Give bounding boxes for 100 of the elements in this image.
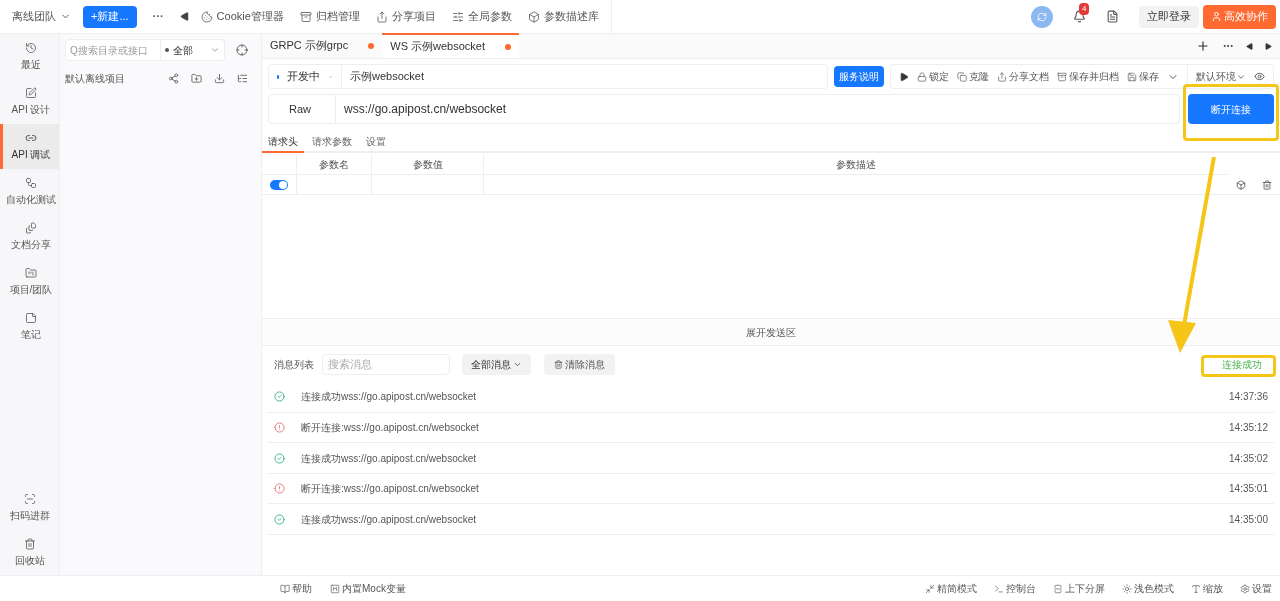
status-bar-button[interactable]: 上下分屏 (1053, 581, 1105, 596)
team-selector[interactable]: 离线团队 (12, 8, 71, 25)
message-time: 14:35:00 (1229, 512, 1268, 527)
sub-tab[interactable]: 设置 (360, 131, 392, 153)
locate-icon[interactable] (236, 44, 248, 56)
info-icon (274, 483, 285, 495)
sidebar-item[interactable]: API 设计 (0, 79, 59, 124)
search-field[interactable]: Q搜索目录或接口 (65, 39, 161, 61)
status-bar-button[interactable]: 缩放 (1191, 581, 1223, 596)
new-button[interactable]: +新建... (83, 5, 137, 28)
share-icon (375, 10, 388, 23)
sidebar-item[interactable]: 自动化测试 (0, 169, 59, 214)
tab-right-icon[interactable] (1265, 42, 1272, 50)
toolbar-button[interactable]: 全局参数 (451, 8, 512, 25)
copy-icon (957, 71, 967, 82)
notification-icon[interactable] (1073, 10, 1086, 23)
sun-icon (1122, 583, 1132, 594)
action-button[interactable]: 锁定 (917, 69, 949, 84)
lock-icon (917, 71, 927, 82)
sidebar-item[interactable]: 扫码进群 (0, 485, 59, 530)
scan-icon (23, 492, 36, 505)
tab-left-icon[interactable] (1246, 42, 1253, 50)
more-button[interactable]: ··· (152, 8, 164, 25)
sidebar-item[interactable]: 最近 (0, 34, 59, 79)
sub-tab[interactable]: 请求头 (262, 131, 304, 153)
cube-icon[interactable] (1236, 179, 1246, 190)
chevron-icon (210, 45, 220, 55)
url-field[interactable]: wss://go.apipost.cn/websocket (336, 94, 1180, 124)
action-button[interactable]: 保存 (1127, 69, 1159, 84)
status-bar-button[interactable]: 精简模式 (925, 581, 977, 596)
tree-icon[interactable] (237, 73, 248, 84)
info-icon (274, 421, 285, 433)
notification-badge: 4 (1079, 3, 1090, 15)
sliders-icon (451, 10, 464, 23)
service-button[interactable]: 服务说明 (834, 66, 884, 87)
play-icon[interactable] (899, 71, 909, 82)
message-text: 连接成功wss://go.apipost.cn/websocket (301, 512, 477, 527)
status-bar-button[interactable]: 内置Mock变量 (330, 581, 406, 596)
message-text: 连接成功wss://go.apipost.cn/websocket (301, 390, 477, 405)
toolbar-button[interactable]: 参数描述库 (527, 8, 599, 25)
share-icon[interactable] (168, 73, 179, 84)
expand-send-area[interactable]: 展开发送区 (262, 318, 1280, 347)
folder-icon (25, 266, 37, 279)
message-time: 14:37:36 (1229, 390, 1268, 405)
save-icon (1127, 71, 1137, 82)
message-time: 14:35:01 (1229, 482, 1268, 497)
action-button[interactable]: 克隆 (957, 69, 989, 84)
eye-icon[interactable] (1254, 71, 1265, 82)
action-button[interactable]: 分享文档 (997, 69, 1049, 84)
message-text: 连接成功wss://go.apipost.cn/websocket (301, 451, 477, 466)
sidebar-item[interactable]: API 调试 (0, 124, 59, 169)
folder-plus-icon[interactable] (191, 73, 202, 84)
message-filter-dropdown[interactable]: 全部消息 (462, 353, 531, 375)
terminal-icon (994, 583, 1004, 594)
environment-dropdown[interactable]: 默认环境 (1187, 65, 1246, 88)
toolbar-button[interactable]: 归档管理 (299, 8, 360, 25)
status-bar-button[interactable]: 帮助 (280, 581, 312, 596)
text-size-icon (1191, 583, 1201, 594)
sub-tab[interactable]: 请求参数 (306, 131, 358, 153)
clear-messages-button[interactable]: 清除消息 (544, 353, 615, 375)
format-dropdown[interactable]: Raw (268, 94, 336, 124)
share-icon (997, 71, 1007, 82)
add-tab-icon[interactable] (1196, 39, 1210, 53)
trash-icon[interactable] (1262, 179, 1272, 190)
trash-icon (554, 359, 563, 369)
status-bar-button[interactable]: 设置 (1240, 581, 1272, 596)
archive-icon (1057, 71, 1067, 82)
status-bar-button[interactable]: 控制台 (994, 581, 1036, 596)
collapse-icon[interactable] (179, 12, 189, 21)
action-button[interactable]: 保存并归档 (1057, 69, 1119, 84)
flow-icon (25, 176, 37, 189)
column-header: 参数名 (296, 155, 371, 175)
book-icon (280, 583, 290, 594)
message-search-field[interactable]: 搜索消息 (322, 353, 450, 375)
status-dropdown[interactable]: 开发中 (268, 64, 342, 89)
table-input[interactable] (483, 175, 1228, 195)
column-header: 参数描述 (483, 155, 1228, 175)
request-tab[interactable]: GRPC 示例grpc (262, 33, 383, 58)
user-icon (1211, 11, 1222, 22)
document-icon (25, 221, 37, 234)
filter-dropdown[interactable]: 全部 (161, 39, 225, 61)
split-icon (1053, 583, 1063, 594)
status-bar-button[interactable]: 浅色模式 (1122, 581, 1174, 596)
notes-icon[interactable] (1106, 10, 1119, 23)
project-name[interactable]: 默认离线项目 (65, 71, 125, 86)
request-name-field[interactable]: 示例websocket (342, 64, 828, 89)
archive-icon (299, 10, 312, 23)
request-tab[interactable]: WS 示例websocket (382, 33, 519, 58)
sidebar-item[interactable]: 项目/团队 (0, 259, 59, 304)
sidebar-item[interactable]: 文档分享 (0, 214, 59, 259)
toolbar-button[interactable]: 分享项目 (375, 8, 436, 25)
toggle-switch[interactable] (270, 179, 288, 190)
sidebar-item[interactable]: 回收站 (0, 530, 59, 575)
mock-icon (330, 583, 340, 594)
download-icon[interactable] (214, 73, 225, 84)
login-button[interactable]: 立即登录 (1139, 5, 1199, 28)
message-text: 断开连接:wss://go.apipost.cn/websocket (301, 482, 479, 497)
toolbar-button[interactable]: Cookie管理器 (200, 8, 284, 25)
disconnect-button[interactable]: 断开连接 (1188, 94, 1274, 124)
sidebar-item[interactable]: 笔记 (0, 304, 59, 349)
